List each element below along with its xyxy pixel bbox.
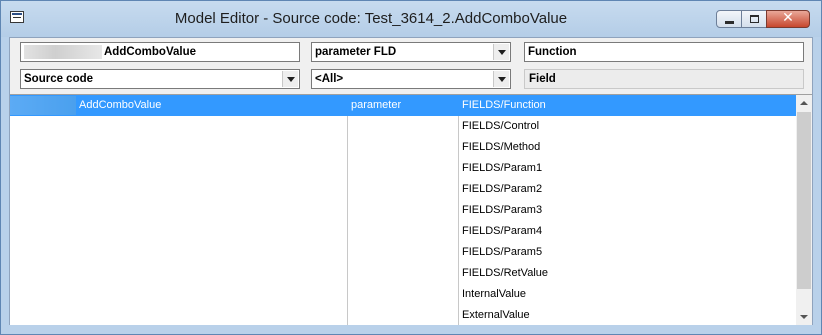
close-button[interactable]: ✕ <box>766 10 810 28</box>
type-combo-value: parameter FLD <box>315 46 397 58</box>
list-item-field: FIELDS/Param2 <box>462 183 543 195</box>
list-item-field: FIELDS/Control <box>462 120 540 132</box>
list-item-field: FIELDS/Param4 <box>462 225 543 237</box>
list-item-type: parameter <box>351 99 402 111</box>
filter-combo-value: <All> <box>315 73 344 85</box>
list-item-field: FIELDS/RetValue <box>462 267 549 279</box>
list-item-field: FIELDS/Method <box>462 141 541 153</box>
obscured-prefix <box>10 96 76 115</box>
list-item[interactable]: FIELDS/Param2 <box>10 179 796 200</box>
list-item-name: AddComboValue <box>79 99 162 111</box>
scroll-up-icon[interactable] <box>796 95 812 111</box>
window-title: Model Editor - Source code: Test_3614_2.… <box>174 10 568 27</box>
list-item[interactable]: FIELDS/Control <box>10 116 796 137</box>
list-item[interactable]: AddComboValue parameter FIELDS/Function <box>10 95 796 116</box>
type-combo[interactable]: parameter FLD <box>311 42 511 62</box>
fields-list[interactable]: AddComboValue parameter FIELDS/Function FIE… <box>10 94 812 325</box>
list-item[interactable]: FIELDS/Param4 <box>10 221 796 242</box>
title-bar[interactable]: Model Editor - Source code: Test_3614_2.… <box>1 1 821 37</box>
list-item-field: FIELDS/Param1 <box>462 162 543 174</box>
list-item[interactable]: FIELDS/RetValue <box>10 263 796 284</box>
model-editor-window: Model Editor - Source code: Test_3614_2.… <box>0 0 822 335</box>
maximize-icon <box>750 15 759 23</box>
source-combo[interactable]: Source code <box>20 69 300 89</box>
caption-buttons: ✕ <box>716 10 810 28</box>
chevron-down-icon[interactable] <box>493 71 509 87</box>
list-item[interactable]: ExternalValue <box>10 305 796 325</box>
minimize-button[interactable] <box>716 10 742 28</box>
list-item[interactable]: FIELDS/Param1 <box>10 158 796 179</box>
list-item-field: InternalValue <box>462 288 527 300</box>
list-item-field: FIELDS/Param5 <box>462 246 543 258</box>
list-item-field: ExternalValue <box>462 309 530 321</box>
maximize-button[interactable] <box>741 10 767 28</box>
list-item[interactable]: FIELDS/Method <box>10 137 796 158</box>
name-field[interactable]: AddComboValue <box>20 42 300 62</box>
source-combo-value: Source code <box>24 73 94 85</box>
kind-field-value: Function <box>528 46 577 58</box>
vertical-scrollbar[interactable] <box>796 95 812 325</box>
filter-combo[interactable]: <All> <box>311 69 511 89</box>
chevron-down-icon[interactable] <box>282 71 298 87</box>
list-item[interactable]: InternalValue <box>10 284 796 305</box>
list-item[interactable]: FIELDS/Param5 <box>10 242 796 263</box>
chevron-down-icon[interactable] <box>493 44 509 60</box>
scroll-thumb[interactable] <box>797 112 811 289</box>
obscured-prefix <box>24 44 102 59</box>
close-icon: ✕ <box>782 10 794 26</box>
minimize-icon <box>725 21 734 24</box>
field-label: Field <box>524 69 804 89</box>
list-item[interactable]: FIELDS/Param3 <box>10 200 796 221</box>
scroll-down-icon[interactable] <box>796 309 812 325</box>
editor-client-area: AddComboValue parameter FLD Function Sou… <box>9 37 813 325</box>
list-item-field: FIELDS/Function <box>462 99 546 111</box>
list-item-field: FIELDS/Param3 <box>462 204 543 216</box>
name-field-value: AddComboValue <box>104 46 197 58</box>
kind-field[interactable]: Function <box>524 42 804 62</box>
